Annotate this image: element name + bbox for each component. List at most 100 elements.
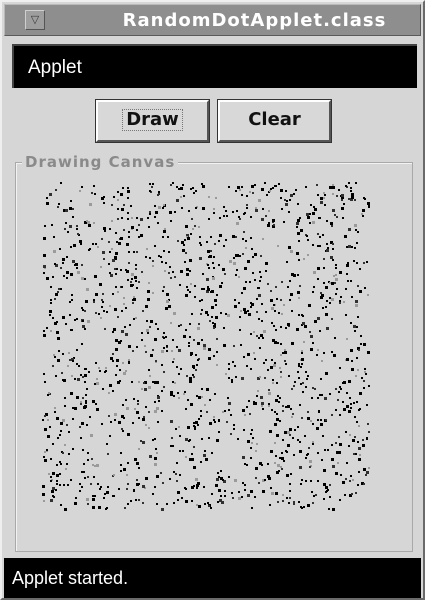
dot — [246, 204, 248, 206]
dot — [221, 501, 224, 504]
dot — [295, 189, 297, 191]
dot — [195, 478, 198, 481]
dot — [72, 418, 74, 420]
dot — [154, 338, 157, 341]
dot — [56, 464, 58, 466]
dot — [272, 187, 274, 189]
draw-button-label: Draw — [122, 109, 183, 131]
dot — [113, 474, 115, 476]
dot — [199, 257, 202, 260]
dot — [293, 454, 295, 456]
dot — [181, 207, 183, 209]
dot — [197, 359, 199, 361]
dot — [301, 352, 303, 354]
dot — [214, 243, 216, 245]
dot — [68, 431, 70, 433]
dot — [254, 358, 256, 360]
dot — [114, 256, 117, 259]
dot — [80, 403, 82, 405]
dot — [275, 399, 278, 402]
dot — [108, 241, 110, 243]
dot — [136, 217, 138, 219]
dot — [287, 286, 289, 288]
dot — [312, 212, 315, 215]
dot — [351, 360, 353, 362]
dot — [223, 215, 225, 217]
dot — [189, 323, 191, 325]
dot — [267, 369, 269, 371]
dot — [362, 215, 364, 217]
dot — [202, 207, 205, 210]
draw-button[interactable]: Draw — [95, 99, 210, 143]
dot — [62, 379, 64, 381]
dot — [98, 313, 100, 315]
dot — [306, 235, 308, 237]
dot — [292, 413, 294, 415]
dot — [69, 225, 72, 228]
dot — [270, 188, 272, 190]
dot — [154, 457, 157, 460]
dot — [95, 293, 98, 296]
dot — [265, 311, 267, 313]
dot — [183, 195, 185, 197]
dot — [83, 471, 85, 473]
dot — [330, 256, 333, 259]
dot — [60, 504, 62, 506]
dot — [210, 236, 212, 238]
dot — [300, 229, 303, 232]
dot — [277, 245, 279, 247]
dot — [305, 480, 307, 482]
dot — [43, 272, 45, 274]
drawing-canvas-legend: Drawing Canvas — [22, 152, 179, 172]
dot — [362, 439, 364, 441]
dot — [325, 419, 327, 421]
dot — [161, 508, 164, 511]
dot — [215, 484, 218, 487]
dot — [214, 299, 217, 302]
dot — [280, 343, 282, 345]
dot — [303, 341, 305, 343]
dot — [318, 411, 320, 413]
dot — [348, 182, 350, 184]
dot — [81, 486, 83, 488]
window-menu-icon[interactable]: ▽ — [25, 10, 45, 30]
dot — [287, 431, 290, 434]
dot — [80, 243, 82, 245]
dot — [273, 224, 275, 226]
title-bar[interactable]: ▽ RandomDotApplet.class — [4, 4, 421, 36]
dot — [54, 298, 56, 300]
clear-button[interactable]: Clear — [217, 99, 332, 143]
dot — [170, 184, 172, 186]
dot — [91, 458, 93, 460]
dot — [114, 308, 117, 311]
dot — [279, 397, 281, 399]
dot — [250, 433, 252, 435]
dot — [184, 391, 186, 393]
dot — [95, 243, 97, 245]
dot — [327, 247, 329, 249]
dot — [149, 375, 151, 377]
dot — [44, 451, 46, 453]
dot — [239, 329, 241, 331]
dot — [90, 483, 92, 485]
drawing-canvas[interactable] — [42, 182, 372, 512]
dot — [55, 293, 58, 296]
dot — [96, 408, 99, 411]
dot — [63, 275, 65, 277]
dot — [87, 476, 89, 478]
dot — [163, 337, 165, 339]
dot — [176, 462, 178, 464]
status-bar: Applet started. — [4, 558, 421, 598]
dot — [274, 411, 276, 413]
dot — [203, 347, 206, 350]
dot — [358, 471, 360, 473]
dot — [72, 260, 75, 263]
dot — [157, 222, 159, 224]
dot — [340, 296, 342, 298]
dot — [187, 426, 190, 429]
dot — [177, 499, 179, 501]
dot — [81, 186, 83, 188]
dot — [262, 490, 265, 493]
dot — [117, 291, 119, 293]
dot — [138, 381, 140, 383]
